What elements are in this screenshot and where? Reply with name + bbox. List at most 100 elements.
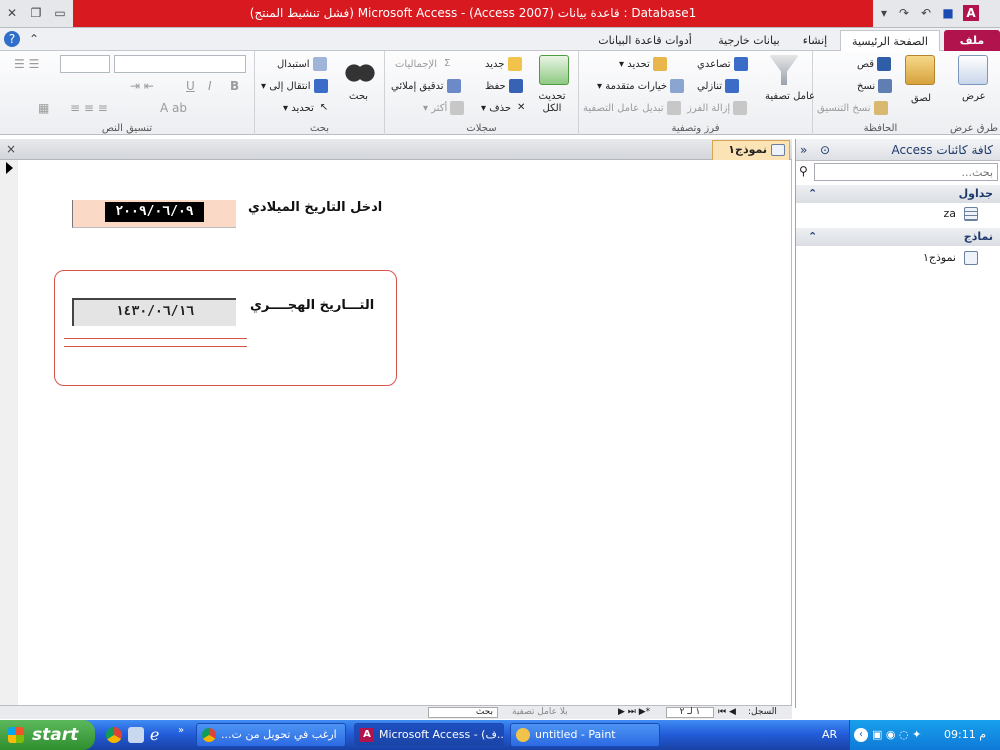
ribbon-tabs: ? ⌃ أدوات قاعدة البيانات بيانات خارجية إ…: [0, 28, 1000, 51]
font-name-select[interactable]: [114, 55, 246, 73]
nav-search-input[interactable]: [814, 163, 998, 181]
tray-icons[interactable]: ▣ ◉ ◌ ✦: [872, 728, 921, 741]
descending-button[interactable]: تنازلي: [697, 79, 740, 93]
underline-button[interactable]: U: [186, 79, 195, 93]
format-painter-label: نسخ التنسيق: [817, 103, 871, 114]
access-app-icon[interactable]: A: [963, 5, 979, 21]
save-record-button[interactable]: حفظ: [485, 79, 523, 93]
advanced-button[interactable]: خيارات متقدمة ▾: [597, 79, 685, 93]
save-icon[interactable]: ■: [940, 5, 956, 21]
nav-item-table-za[interactable]: za: [943, 207, 978, 221]
totals-button[interactable]: Σ الإجماليات: [395, 57, 454, 71]
bold-button[interactable]: B: [230, 79, 239, 93]
nav-item-form1[interactable]: نموذج١: [923, 251, 978, 265]
nav-dropdown-icon[interactable]: ⊙: [820, 139, 830, 161]
taskbar: start ℯ » ...ارغب في تحويل من ت A Micros…: [0, 720, 1000, 750]
hijri-date-field[interactable]: ١٤٣٠/٠٦/١٦: [72, 298, 236, 326]
copy-button[interactable]: نسخ: [857, 79, 893, 93]
tab-home[interactable]: الصفحة الرئيسية: [840, 30, 940, 51]
tab-database-tools[interactable]: أدوات قاعدة البيانات: [590, 30, 700, 51]
more-label: أكثر: [431, 103, 448, 114]
sort-ascending-icon: [733, 57, 748, 71]
desktop-quicklaunch-icon[interactable]: [128, 727, 144, 743]
clock[interactable]: 09:11 م: [944, 728, 986, 741]
tab-create[interactable]: إنشاء: [795, 30, 835, 51]
format-painter-button[interactable]: نسخ التنسيق: [817, 101, 888, 115]
goto-button[interactable]: انتقال إلى ▾: [261, 79, 328, 93]
record-navigation-bar: السجل: ⏮ ◀ ١ لـ ٢ ▶ ⏭ ▶* بلا عامل تصفية …: [0, 705, 792, 719]
restore-window-icon[interactable]: ❐: [28, 5, 44, 21]
spelling-icon: [446, 79, 461, 93]
font-size-select[interactable]: [60, 55, 110, 73]
group-text-formatting: B I U ☰ ☰ ⇤ ⇥ ≡ ≡ ≡ A ab ▦ تنسيق النص: [0, 51, 254, 135]
close-window-icon[interactable]: ✕: [4, 5, 20, 21]
ascending-button[interactable]: تصاعدي: [697, 57, 748, 71]
binoculars-icon: [345, 55, 375, 85]
selection-button[interactable]: تحديد ▾: [619, 57, 667, 71]
nav-section-tables[interactable]: جداول ⌃: [796, 185, 1000, 203]
more-button[interactable]: أكثر ▾: [423, 101, 465, 115]
ascending-label: تصاعدي: [697, 59, 731, 70]
language-indicator[interactable]: AR: [822, 728, 837, 741]
new-label: جديد: [485, 59, 505, 70]
gridlines-icon[interactable]: ▦: [38, 101, 49, 115]
next-record-icon[interactable]: ▶ ⏭ ▶*: [618, 706, 650, 719]
ie-quicklaunch-icon[interactable]: ℯ: [150, 725, 159, 744]
help-icon[interactable]: ?: [4, 31, 20, 47]
nav-section-forms[interactable]: نماذج ⌃: [796, 228, 1000, 246]
record-number-input[interactable]: ١ لـ ٢: [666, 707, 714, 718]
select-button[interactable]: ↖ تحديد ▾: [283, 101, 331, 115]
close-document-icon[interactable]: ×: [6, 142, 16, 156]
font-color-icon[interactable]: A ab: [160, 101, 187, 115]
cut-label: قص: [857, 59, 875, 70]
align-icon[interactable]: ≡ ≡ ≡: [70, 101, 108, 115]
task-chrome[interactable]: ...ارغب في تحويل من ت: [196, 723, 346, 747]
gregorian-date-field[interactable]: ٢٠٠٩/٠٦/٠٩: [72, 200, 236, 228]
filter-button[interactable]: عامل تصفية: [765, 91, 815, 103]
chrome-quicklaunch-icon[interactable]: [106, 727, 122, 743]
cut-button[interactable]: قص: [857, 57, 892, 71]
group-label-records: سجلات: [466, 123, 497, 134]
redo-icon[interactable]: ↷: [896, 5, 912, 21]
task-paint[interactable]: untitled - Paint: [510, 723, 660, 747]
view-button[interactable]: عرض: [962, 91, 986, 102]
tab-form1[interactable]: نموذج١: [712, 140, 790, 160]
tab-file[interactable]: ملف: [944, 30, 1000, 51]
replace-button[interactable]: استبدال: [277, 57, 327, 71]
ribbon: عرض طرق عرض لصق قص نسخ نسخ التنسيق الحاف…: [0, 51, 1000, 135]
collapse-pane-icon[interactable]: «: [800, 139, 807, 161]
refresh-button[interactable]: تحديث الكل: [535, 91, 569, 115]
no-filter-indicator[interactable]: بلا عامل تصفية: [512, 706, 568, 719]
remove-sort-button[interactable]: إزالة الفرز: [687, 101, 748, 115]
tray-expand-icon[interactable]: ‹: [854, 728, 868, 742]
start-button[interactable]: start: [0, 720, 95, 750]
toggle-filter-button[interactable]: تبديل عامل التصفية: [583, 101, 681, 115]
find-button[interactable]: بحث: [349, 91, 368, 102]
delete-record-button[interactable]: ✕ حذف ▾: [481, 101, 528, 115]
indent-icon[interactable]: ⇤ ⇥: [130, 79, 154, 93]
minimize-window-icon[interactable]: ▭: [52, 5, 68, 21]
task-label: ...ارغب في تحويل من ت: [221, 728, 337, 741]
cursor-icon: ↖: [319, 102, 329, 113]
section-label-tables: جداول: [958, 187, 993, 200]
paste-button[interactable]: لصق: [911, 93, 931, 104]
document-tab-label: نموذج١: [728, 143, 767, 156]
record-label: السجل:: [748, 707, 777, 717]
more-quicklaunch-icon[interactable]: »: [178, 725, 184, 736]
arrow-icon: [313, 79, 328, 93]
italic-button[interactable]: I: [208, 79, 212, 93]
customize-toolbar-icon[interactable]: ▾: [876, 5, 892, 21]
minimize-ribbon-icon[interactable]: ⌃: [26, 31, 42, 47]
first-record-icon[interactable]: ⏮ ◀: [718, 706, 736, 719]
undo-icon[interactable]: ↶: [918, 5, 934, 21]
record-search-input[interactable]: بحث: [428, 707, 498, 718]
task-access[interactable]: A Microsoft Access - (ف...: [354, 723, 504, 747]
spelling-button[interactable]: تدقيق إملائي: [391, 79, 461, 93]
nav-pane-header[interactable]: كافة كائنات Access ⊙ «: [796, 139, 1000, 161]
goto-label: انتقال إلى: [269, 81, 311, 92]
new-record-button[interactable]: جديد: [485, 57, 522, 71]
more-icon: [450, 101, 465, 115]
filter-icon: [769, 55, 799, 85]
tab-external-data[interactable]: بيانات خارجية: [705, 30, 793, 51]
list-icon[interactable]: ☰ ☰: [14, 57, 39, 71]
